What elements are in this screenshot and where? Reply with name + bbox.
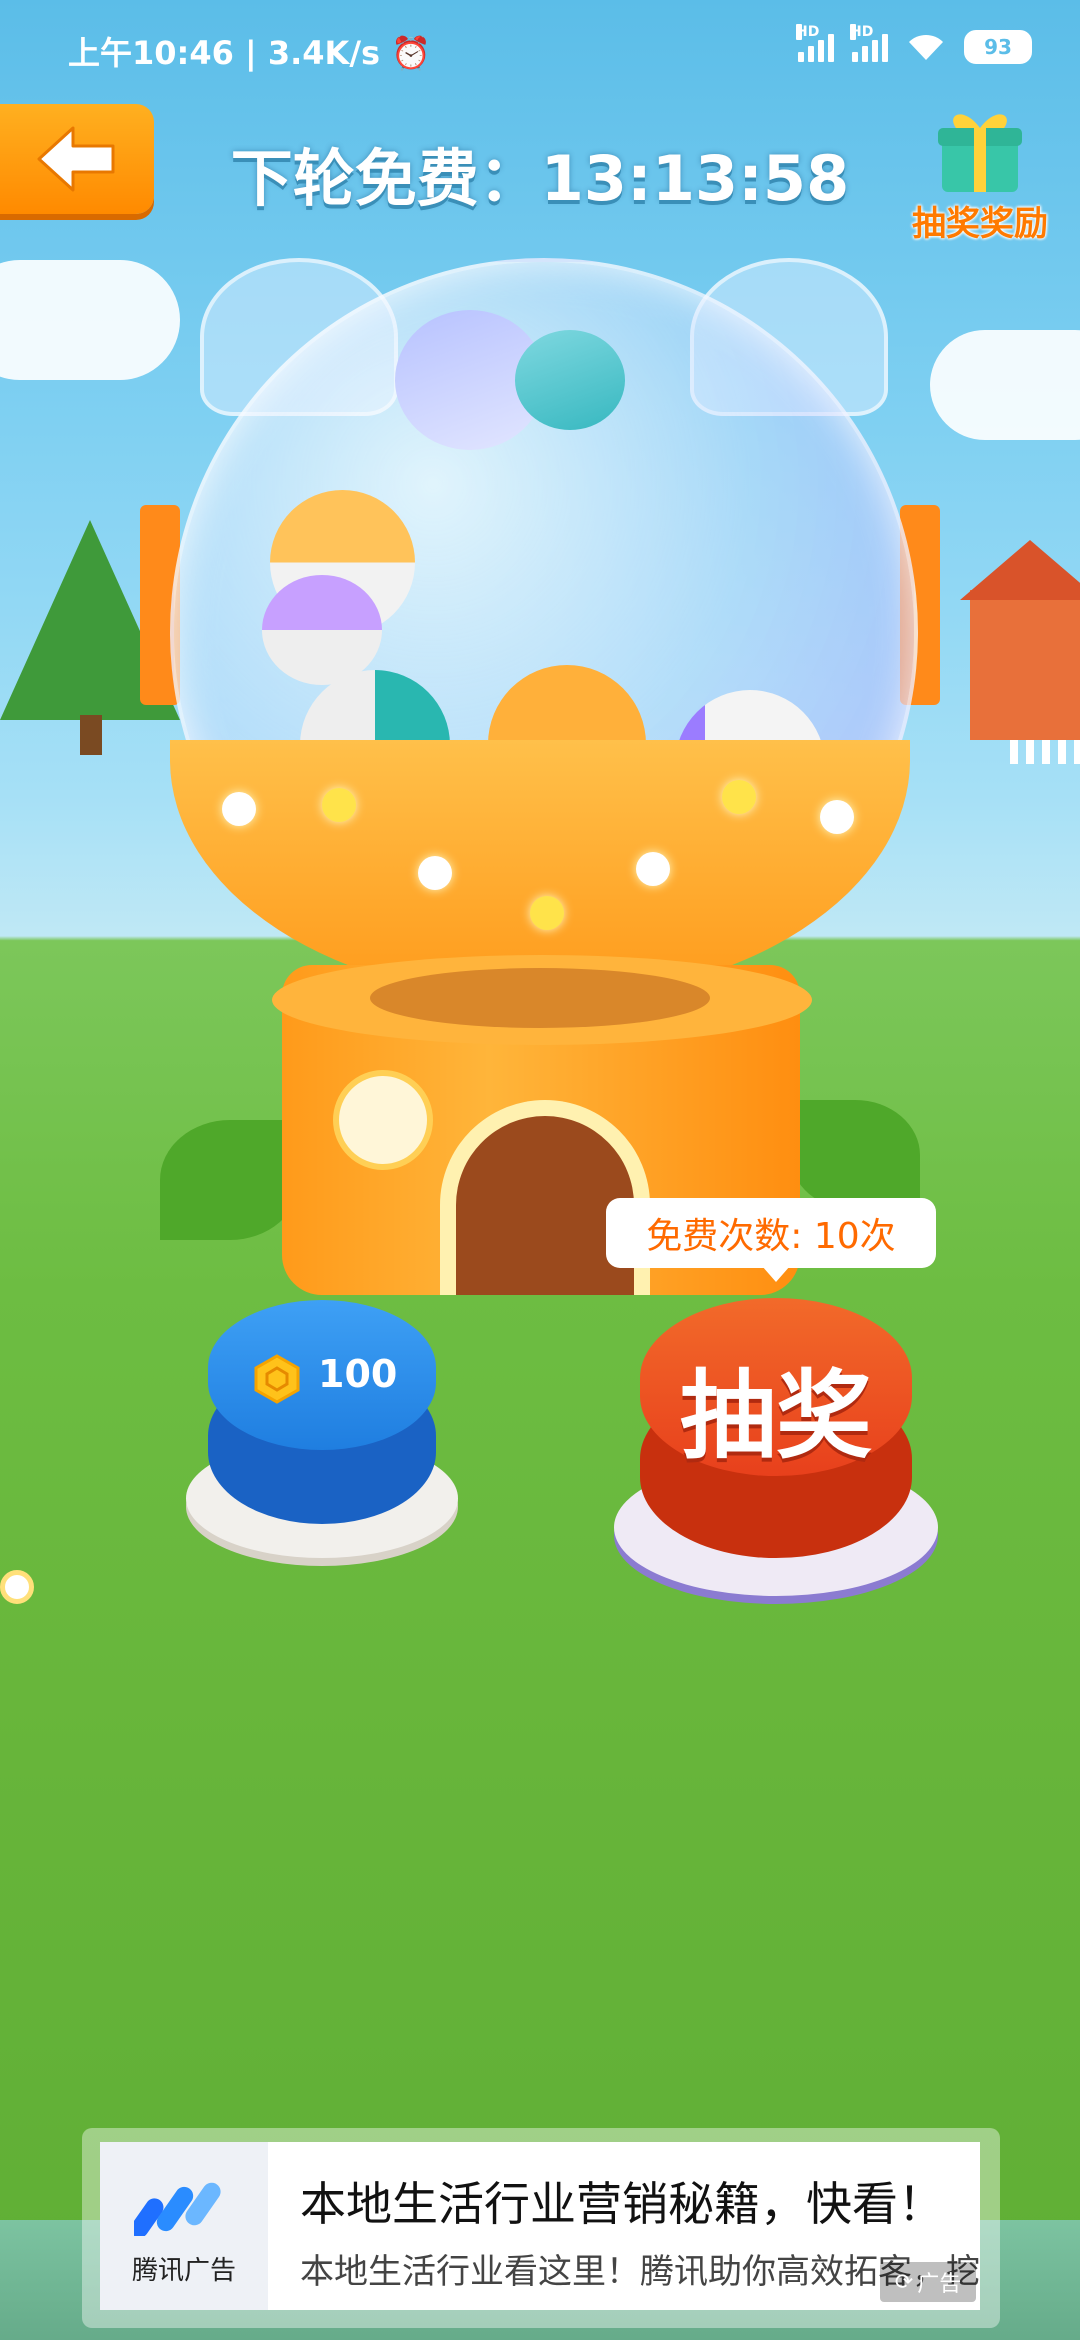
coin-slot-screw <box>333 1070 433 1170</box>
light-bulb <box>636 852 670 886</box>
draw-label: 抽奖 <box>680 1360 872 1472</box>
refresh-icon: ⟳ <box>894 2269 914 2295</box>
machine-neck <box>370 968 710 1028</box>
game-scene: 上午10:46 | 3.4K/s ⏰ HD HD 93 下轮免费：13:13:5… <box>0 0 1080 2340</box>
light-bulb <box>820 800 854 834</box>
tooltip-tail <box>762 1266 790 1282</box>
ad-title[interactable]: 本地生活行业营销秘籍，快看！ <box>300 2168 944 2234</box>
ad-tag[interactable]: ⟳ 广告 <box>880 2262 976 2302</box>
light-bulb <box>418 856 452 890</box>
coin-draw-button[interactable]: 100 <box>186 1300 458 1558</box>
daisy-icon <box>0 1570 34 1604</box>
hexagon-coin-icon <box>254 1354 300 1404</box>
ad-tag-label: 广告 <box>917 2272 962 2297</box>
capsule-ball <box>262 575 382 685</box>
ad-description[interactable]: 本地生活行业看这里！腾讯助你高效拓客，挖 <box>300 2244 980 2293</box>
light-bulb <box>222 792 256 826</box>
free-count-label: 免费次数: 10次 <box>646 1216 896 1257</box>
free-count-tooltip: 免费次数: 10次 <box>606 1198 936 1268</box>
ad-brand: 腾讯广告 <box>131 2256 236 2286</box>
light-bulb <box>722 780 756 814</box>
light-bulb <box>322 788 356 822</box>
gacha-machine <box>0 0 1080 1320</box>
light-bulb <box>530 896 564 930</box>
leaf-left <box>160 1120 300 1240</box>
draw-button[interactable]: 抽奖 <box>614 1298 938 1596</box>
coin-cost: 100 <box>318 1352 398 1396</box>
tencent-ad-logo-icon <box>134 2182 221 2236</box>
capsule-ball <box>515 330 625 430</box>
leaf-right <box>790 1100 920 1210</box>
